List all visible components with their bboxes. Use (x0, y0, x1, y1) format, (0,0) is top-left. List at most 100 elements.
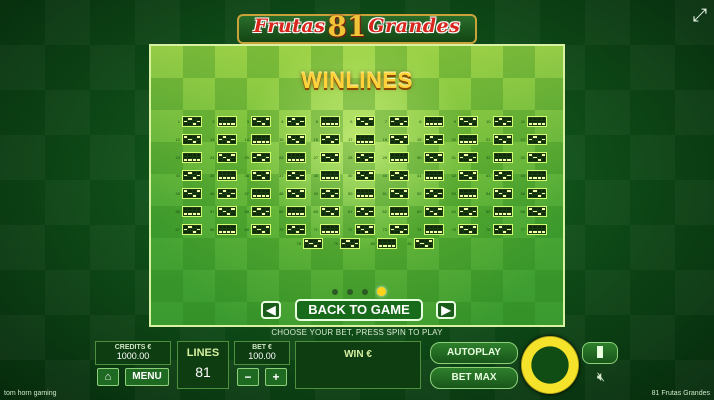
winline-item: 11 (518, 114, 553, 129)
winline-item: 44 (518, 168, 553, 183)
winline-item: 66 (518, 204, 553, 219)
winline-diagram (458, 134, 478, 145)
winline-item: 59 (277, 204, 312, 219)
fullscreen-icon[interactable]: ⤢ (690, 5, 710, 25)
winline-number: 5 (315, 119, 318, 124)
winline-item: 49 (311, 186, 346, 201)
winline-number: 32 (486, 155, 491, 160)
winline-number: 17 (348, 137, 353, 142)
logo-text-right: Grandes (368, 15, 461, 37)
winline-diagram (216, 116, 237, 127)
winline-diagram (423, 206, 444, 217)
winline-diagram (182, 224, 202, 235)
winline-number: 56 (175, 209, 180, 214)
winline-diagram (285, 152, 306, 163)
winline-item: 27 (311, 150, 346, 165)
winline-item: 48 (277, 186, 312, 201)
winline-number: 57 (210, 209, 215, 214)
winline-number: 8 (419, 119, 422, 124)
winline-item: 25 (242, 150, 277, 165)
autoplay-button[interactable]: AUTOPLAY (430, 342, 518, 364)
winline-diagram (182, 152, 202, 163)
winline-diagram (216, 170, 237, 181)
winline-diagram (251, 170, 271, 181)
winline-number: 14 (244, 137, 249, 142)
winline-number: 35 (210, 173, 215, 178)
winline-number: 43 (486, 173, 491, 178)
winline-item: 20 (449, 132, 484, 147)
menu-button[interactable]: MENU (125, 368, 169, 386)
winline-item: 31 (449, 150, 484, 165)
winline-item: 76 (484, 222, 519, 237)
winline-diagram (285, 188, 306, 199)
winlines-grid: 1 2 3 4 5 6 7 8 9 10 11 12 13 14 15 16 17 18 19 20 21 22 23 24 2… (173, 114, 553, 237)
winline-diagram (354, 224, 375, 235)
back-to-game-button[interactable]: BACK TO GAME (295, 299, 423, 321)
winline-item: 30 (415, 150, 450, 165)
winline-item: 35 (208, 168, 243, 183)
lines-display: LINES 81 (177, 341, 229, 389)
winline-diagram (182, 170, 202, 181)
winline-number: 63 (417, 209, 422, 214)
winline-number: 6 (350, 119, 353, 124)
winline-diagram (285, 170, 306, 181)
page-dot[interactable] (332, 288, 338, 295)
bet-increase-button[interactable]: + (265, 368, 287, 386)
page-dot[interactable] (347, 288, 353, 295)
winline-diagram (182, 188, 202, 199)
winline-number: 49 (313, 191, 318, 196)
winlines-last-row: 78 79 80 81 (294, 236, 444, 251)
home-button[interactable]: ⌂ (97, 368, 119, 386)
winline-diagram (354, 170, 375, 181)
winline-number: 59 (279, 209, 284, 214)
winline-item: 13 (208, 132, 243, 147)
winline-item: 1 (173, 114, 208, 129)
winline-diagram (216, 206, 237, 217)
winline-diagram (458, 206, 478, 217)
winline-number: 80 (370, 241, 375, 246)
winline-item: 71 (311, 222, 346, 237)
winline-number: 16 (313, 137, 318, 142)
winline-item: 61 (346, 204, 381, 219)
plus-icon: + (272, 370, 280, 384)
winline-number: 33 (520, 155, 525, 160)
winline-diagram (389, 116, 409, 127)
winline-item: 53 (449, 186, 484, 201)
win-label: WIN € (344, 349, 372, 360)
winline-diagram (320, 224, 340, 235)
next-page-button[interactable]: ▶ (436, 301, 456, 319)
winline-item: 9 (449, 114, 484, 129)
winline-diagram (389, 134, 409, 145)
arrow-left-icon: ◀ (266, 303, 276, 317)
bet-decrease-button[interactable]: − (237, 368, 259, 386)
winline-diagram (527, 134, 547, 145)
sound-off-button[interactable]: 🔇︎ (588, 369, 614, 387)
stop-button[interactable] (582, 342, 618, 364)
winline-number: 19 (417, 137, 422, 142)
winline-diagram (320, 188, 340, 199)
winline-number: 9 (453, 119, 456, 124)
winline-number: 62 (382, 209, 387, 214)
page-dot[interactable] (377, 287, 386, 296)
winline-diagram (216, 152, 237, 163)
home-icon: ⌂ (104, 371, 112, 383)
lines-value: 81 (195, 364, 211, 380)
minus-icon: − (244, 370, 252, 384)
winline-diagram (458, 188, 478, 199)
prev-page-button[interactable]: ◀ (261, 301, 281, 319)
winline-item: 54 (484, 186, 519, 201)
winline-item: 38 (311, 168, 346, 183)
winline-number: 21 (486, 137, 491, 142)
bet-max-button[interactable]: BET MAX (430, 367, 518, 389)
winline-item: 7 (380, 114, 415, 129)
winline-diagram (492, 224, 513, 235)
page-dot[interactable] (362, 288, 368, 295)
lines-label: LINES (186, 347, 220, 359)
winline-item: 64 (449, 204, 484, 219)
winline-number: 36 (244, 173, 249, 178)
winline-diagram (458, 224, 478, 235)
winline-number: 29 (382, 155, 387, 160)
spin-button[interactable] (521, 336, 579, 394)
winline-item: 12 (173, 132, 208, 147)
mute-icon: 🔇︎ (596, 369, 606, 384)
